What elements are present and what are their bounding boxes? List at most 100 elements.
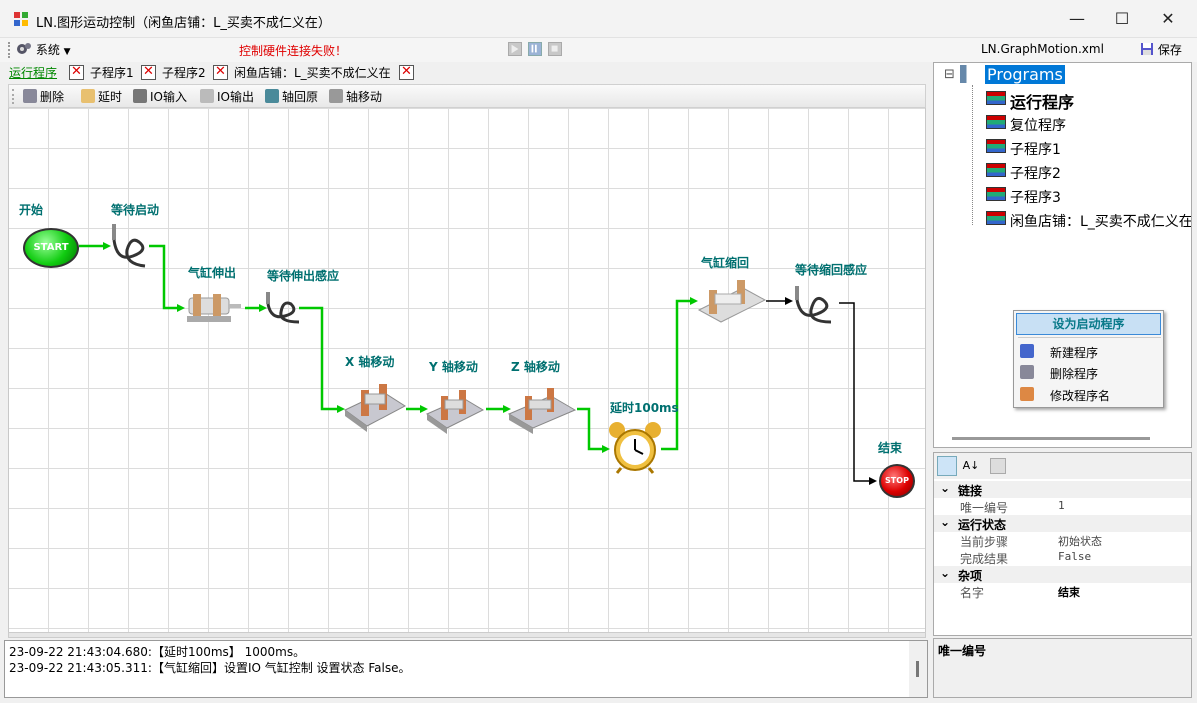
save-label: 保存 (1157, 43, 1182, 57)
program-icon (986, 211, 1006, 225)
window-title: LN.图形运动控制（闲鱼店铺：L_买卖不成仁义在） (36, 16, 331, 31)
node-end-label: 结束 (878, 441, 903, 455)
save-button[interactable]: 保存 (1140, 41, 1182, 58)
menu-item-label: 修改程序名 (1050, 389, 1111, 403)
axis-icon (329, 89, 343, 103)
axis-module-icon[interactable] (507, 386, 577, 436)
maximize-button[interactable]: ☐ (1099, 0, 1145, 38)
property-toolbar: A↓ (934, 453, 1191, 479)
program-icon (986, 115, 1006, 129)
close-tab-icon[interactable]: ✕ (213, 65, 228, 80)
io-output-button[interactable]: IO输出 (200, 88, 254, 106)
node-start-label: 开始 (19, 203, 44, 217)
grip (12, 89, 14, 104)
system-menu[interactable]: 系统 ▼ (16, 41, 71, 59)
prop-category[interactable]: ⌄ 运行状态 (934, 515, 1191, 532)
tree-hscrollbar[interactable] (952, 437, 1150, 440)
tab-subprogram-2[interactable]: 子程序2 (162, 64, 206, 82)
prop-row[interactable]: 当前步骤 初始状态 (934, 532, 1191, 549)
tree-root[interactable]: Programs (985, 65, 1065, 84)
prop-name: 名字 (960, 586, 985, 600)
axis-module-icon[interactable] (343, 378, 407, 434)
prop-row[interactable]: 唯一编号 1 (934, 498, 1191, 515)
connector (839, 302, 871, 482)
pause-icon[interactable] (528, 42, 542, 56)
tree-item-reset-program[interactable]: 复位程序 (1010, 115, 1066, 135)
delay-label: 延时 (98, 90, 123, 104)
stop-icon[interactable] (548, 42, 562, 56)
tree-item-subprogram-3[interactable]: 子程序3 (1010, 187, 1061, 207)
delete-label: 删除 (40, 90, 65, 104)
log-line: 23-09-22 21:43:05.311:【气缸缩回】设置IO 气缸控制 设置… (9, 661, 411, 675)
prop-value: 1 (1058, 499, 1065, 512)
element-toolbar: 删除 延时 IO输入 IO输出 轴回原 轴移动 (8, 84, 926, 108)
save-icon (1141, 43, 1153, 55)
play-icon[interactable] (508, 42, 522, 56)
delay-button[interactable]: 延时 (81, 88, 122, 106)
menu-bar: 系统 ▼ 控制硬件连接失败！ LN.GraphMotion.xml 保存 (0, 38, 1197, 62)
grip (8, 42, 10, 58)
axis-home-label: 轴回原 (282, 90, 319, 104)
alarm-clock-icon[interactable] (607, 420, 663, 474)
axis-home-button[interactable]: 轴回原 (265, 88, 318, 106)
prop-row[interactable]: 完成结果 False (934, 549, 1191, 566)
connector (149, 244, 179, 310)
tree-item-xianyu-store[interactable]: 闲鱼店铺：L_买卖不成仁义在 (1010, 211, 1191, 231)
prop-category[interactable]: ⌄ 链接 (934, 481, 1191, 498)
axis-move-label: 轴移动 (346, 90, 383, 104)
cylinder-icon[interactable] (183, 286, 245, 330)
menu-item-rename-program[interactable]: 修改程序名 (1016, 384, 1161, 404)
delete-button[interactable]: 删除 (23, 88, 64, 106)
description-title: 唯一编号 (938, 644, 987, 658)
start-node[interactable]: START (23, 228, 79, 268)
node-cylinder-extend-label: 气缸伸出 (188, 266, 237, 280)
file-name: LN.GraphMotion.xml (981, 42, 1104, 56)
log-line: 23-09-22 21:43:04.680:【延时100ms】 1000ms。 (9, 645, 306, 659)
close-tab-icon[interactable]: ✕ (399, 65, 414, 80)
minimize-button[interactable]: — (1054, 0, 1100, 38)
node-z-axis-label: Z 轴移动 (511, 360, 560, 374)
sensor-icon[interactable] (109, 222, 153, 270)
prop-category[interactable]: ⌄ 杂项 (934, 566, 1191, 583)
sort-alpha-icon[interactable]: A↓ (961, 456, 981, 476)
motor-icon (265, 89, 279, 103)
log-panel: 23-09-22 21:43:04.680:【延时100ms】 1000ms。 … (4, 640, 928, 698)
menu-item-set-startup[interactable]: 设为启动程序 (1016, 313, 1161, 335)
axis-move-button[interactable]: 轴移动 (329, 88, 382, 106)
categorized-icon[interactable] (937, 456, 957, 476)
trash-icon (1020, 365, 1034, 379)
tree-item-run-program[interactable]: 运行程序 (1010, 89, 1074, 113)
tree-item-subprogram-2[interactable]: 子程序2 (1010, 163, 1061, 183)
stop-node[interactable]: STOP (879, 464, 915, 498)
axis-module-icon[interactable] (425, 386, 485, 436)
program-icon (986, 163, 1006, 177)
log-scrollbar[interactable] (909, 641, 927, 697)
property-pages-icon[interactable] (990, 458, 1006, 474)
tree-item-subprogram-1[interactable]: 子程序1 (1010, 139, 1061, 159)
close-tab-icon[interactable]: ✕ (141, 65, 156, 80)
menu-item-delete-program[interactable]: 删除程序 (1016, 362, 1161, 382)
clock-icon (81, 89, 95, 103)
node-wait-extend-label: 等待伸出感应 (267, 269, 340, 283)
close-tab-icon[interactable]: ✕ (69, 65, 84, 80)
sensor-icon[interactable] (263, 290, 307, 326)
close-button[interactable]: ✕ (1145, 0, 1191, 38)
collapse-icon[interactable]: ⊟ (944, 67, 955, 82)
canvas-scrollbar[interactable] (8, 632, 926, 638)
tree-line (972, 85, 973, 225)
prop-name: 唯一编号 (960, 501, 1009, 515)
tab-subprogram-1[interactable]: 子程序1 (90, 64, 134, 82)
error-status: 控制硬件连接失败！ (239, 44, 348, 58)
io-input-button[interactable]: IO输入 (133, 88, 187, 106)
tab-run-program[interactable]: 运行程序 (9, 64, 57, 82)
property-description: 唯一编号 (933, 638, 1192, 698)
context-menu: 设为启动程序 新建程序 删除程序 修改程序名 (1013, 310, 1164, 408)
tab-xianyu-store[interactable]: 闲鱼店铺：L_买卖不成仁义在 (234, 64, 391, 82)
scroll-thumb[interactable] (916, 661, 919, 677)
menu-item-new-program[interactable]: 新建程序 (1016, 341, 1161, 361)
prop-row[interactable]: 名字 结束 (934, 583, 1191, 600)
sensor-icon[interactable] (791, 284, 841, 326)
menu-item-label: 删除程序 (1050, 367, 1099, 381)
cylinder-icon[interactable] (695, 276, 767, 330)
flow-canvas[interactable]: 开始 START 等待启动 气缸伸出 等待伸出感应 X 轴移动 Y 轴移动 Z … (8, 108, 926, 632)
